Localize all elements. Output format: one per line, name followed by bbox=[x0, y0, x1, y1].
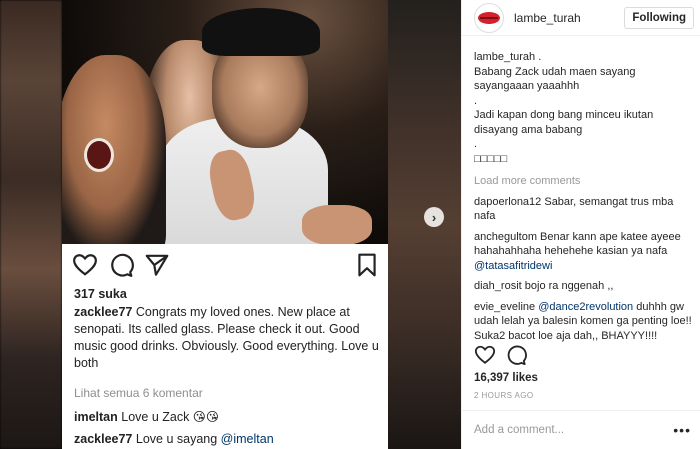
post-modal: 317 suka zacklee77 Congrats my loved one… bbox=[0, 0, 700, 449]
caption-suffix: . bbox=[535, 51, 542, 63]
caption-username[interactable]: lambe_turah bbox=[474, 51, 535, 63]
blurred-background-left bbox=[0, 0, 62, 449]
likes-count[interactable]: 16,397 likes bbox=[474, 372, 538, 384]
post-details-panel: lambe_turah Following lambe_turah . Baba… bbox=[461, 0, 700, 449]
caption-line: disayang ama babang bbox=[474, 123, 583, 136]
caption-line: Jadi kapan dong bang minceu ikutan bbox=[474, 109, 654, 121]
inner-comment-mention: @imeltan bbox=[220, 432, 274, 446]
comment-mention-link[interactable]: @dance2revolution bbox=[538, 301, 633, 313]
inner-likes-count: 317 suka bbox=[74, 287, 127, 301]
comment-input[interactable] bbox=[474, 424, 670, 436]
comment-item: anchegultom Benar kann ape katee ayeee h… bbox=[474, 230, 696, 274]
reposted-screenshot: 317 suka zacklee77 Congrats my loved one… bbox=[62, 0, 388, 449]
caption-line: □□□□□ bbox=[474, 152, 508, 165]
comments-list: lambe_turah . Babang Zack udah maen saya… bbox=[474, 50, 696, 349]
inner-caption-username: zacklee77 bbox=[74, 305, 133, 319]
lips-logo-icon bbox=[478, 11, 500, 24]
heart-icon[interactable] bbox=[474, 344, 496, 366]
action-bar bbox=[474, 344, 674, 368]
bookmark-icon bbox=[358, 253, 376, 277]
caption: lambe_turah . Babang Zack udah maen saya… bbox=[474, 50, 696, 166]
comment-username[interactable]: dapoerlona12 bbox=[474, 196, 541, 208]
post-header: lambe_turah Following bbox=[462, 0, 700, 36]
next-media-button[interactable]: › bbox=[424, 207, 444, 227]
inner-comment-text: Love u Zack 😘😘 bbox=[117, 410, 219, 424]
post-media: 317 suka zacklee77 Congrats my loved one… bbox=[0, 0, 461, 449]
comment-username[interactable]: diah_rosit bbox=[474, 280, 522, 292]
inner-view-all-comments: Lihat semua 6 komentar bbox=[74, 386, 203, 400]
heart-icon bbox=[73, 254, 97, 276]
caption-line: sayangaaan yaaahhh bbox=[474, 80, 580, 92]
inner-caption: zacklee77 Congrats my loved ones. New pl… bbox=[74, 304, 382, 372]
more-options-button[interactable]: ••• bbox=[669, 422, 695, 438]
comment-username[interactable]: anchegultom bbox=[474, 231, 537, 243]
share-icon bbox=[145, 254, 169, 276]
comment-item: evie_eveline @dance2revolution duhhh gw … bbox=[474, 300, 696, 344]
inner-comment: imeltan Love u Zack 😘😘 bbox=[74, 409, 219, 424]
inner-action-bar bbox=[72, 252, 378, 278]
post-timestamp[interactable]: 2 HOURS AGO bbox=[474, 391, 534, 400]
comment-item: diah_rosit bojo ra nggenah ,, bbox=[474, 279, 696, 294]
load-more-comments-link[interactable]: Load more comments bbox=[474, 174, 696, 189]
caption-line: . bbox=[474, 94, 478, 107]
blurred-background-right bbox=[388, 0, 461, 449]
comment-icon[interactable] bbox=[505, 344, 527, 366]
chevron-right-icon: › bbox=[431, 209, 437, 225]
caption-line: . bbox=[474, 138, 478, 150]
header-username[interactable]: lambe_turah bbox=[514, 11, 624, 25]
inner-comment-username: imeltan bbox=[74, 410, 118, 424]
comment-item: dapoerlona12 Sabar, semangat trus mba na… bbox=[474, 195, 696, 224]
post-photo bbox=[62, 0, 388, 244]
comment-text: bojo ra nggenah ,, bbox=[521, 280, 614, 292]
add-comment-bar: ••• bbox=[462, 410, 700, 449]
inner-comment-text: Love u sayang bbox=[132, 432, 221, 446]
inner-comment-username: zacklee77 bbox=[74, 432, 133, 446]
comment-icon bbox=[111, 253, 134, 277]
avatar[interactable] bbox=[474, 2, 504, 33]
inner-comment: zacklee77 Love u sayang @imeltan bbox=[74, 432, 274, 446]
following-button[interactable]: Following bbox=[624, 6, 694, 29]
comment-username[interactable]: evie_eveline bbox=[474, 301, 535, 313]
comment-mention-link[interactable]: @tatasafitridewi bbox=[474, 260, 552, 272]
caption-line: Babang Zack udah maen sayang bbox=[474, 65, 636, 78]
